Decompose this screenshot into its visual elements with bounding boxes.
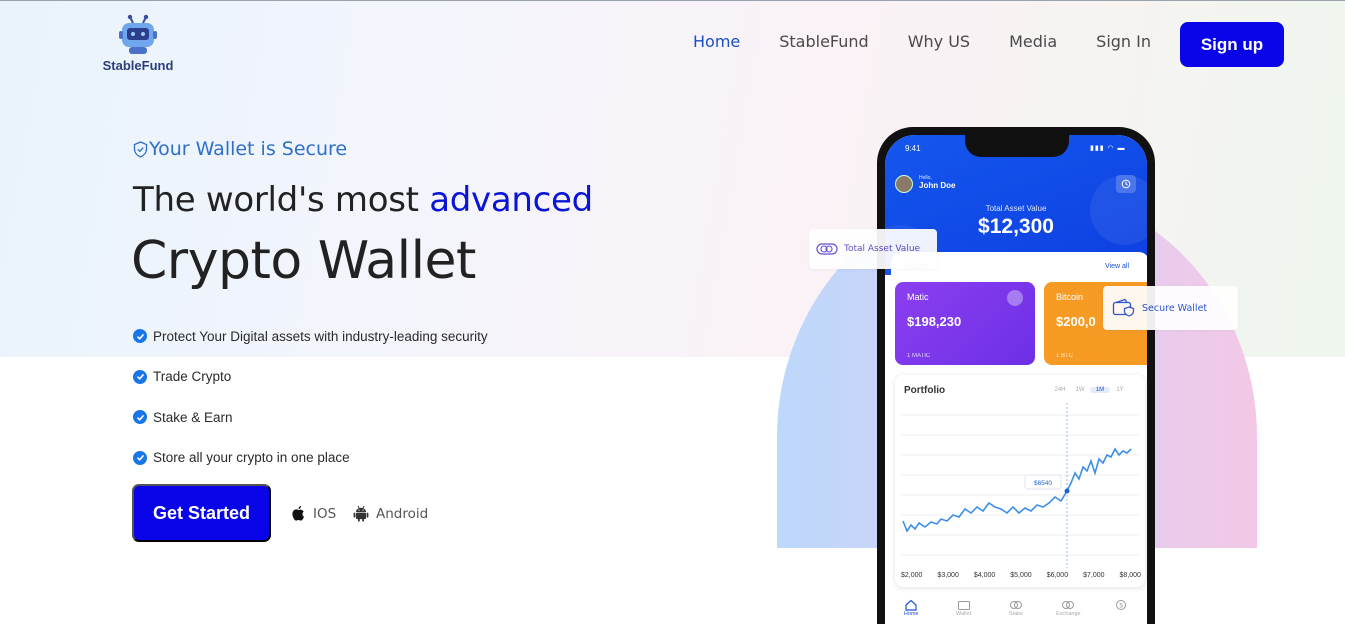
phone-mockup: 9:41 ▮▮▮ ◠ ▬ Hello, John Doe Total Asset… xyxy=(877,127,1155,624)
headline: The world's most advanced xyxy=(133,180,593,220)
portfolio-title: Portfolio xyxy=(904,385,946,396)
feature-item: Store all your crypto in one place xyxy=(133,448,488,468)
chart-tooltip: $6540 xyxy=(1034,480,1052,487)
portfolio-card: Portfolio 24H 1W 1M 1Y $6540 $2,000 $3,0… xyxy=(895,375,1145,587)
home-icon xyxy=(905,599,917,611)
feature-list: Protect Your Digital assets with industr… xyxy=(133,326,488,488)
feature-item: Protect Your Digital assets with industr… xyxy=(133,326,488,346)
x-label: $5,000 xyxy=(1010,572,1032,579)
nav-media[interactable]: Media xyxy=(1009,32,1057,51)
portfolio-range-tabs: 24H 1W 1M 1Y xyxy=(1050,387,1130,393)
headline-accent: advanced xyxy=(429,180,593,220)
view-all-link: View all xyxy=(1105,263,1129,270)
range-tab: 1Y xyxy=(1116,387,1124,393)
brand-logo[interactable]: StableFund xyxy=(100,14,176,78)
check-icon xyxy=(133,329,147,343)
top-border xyxy=(0,0,1345,1)
tagline-text: Your Wallet is Secure xyxy=(149,138,348,160)
feature-text: Protect Your Digital assets with industr… xyxy=(153,328,488,344)
ios-download-link[interactable]: IOS xyxy=(291,505,336,522)
avatar xyxy=(895,175,913,193)
apple-icon xyxy=(292,506,304,521)
ios-label: IOS xyxy=(313,505,337,522)
feature-item: Trade Crypto xyxy=(133,367,488,387)
username: John Doe xyxy=(919,181,956,190)
android-icon xyxy=(353,505,369,522)
account-name: Matic xyxy=(907,292,929,302)
x-label: $7,000 xyxy=(1083,572,1105,579)
main-nav: Home StableFund Why US Media Sign In xyxy=(693,32,1190,51)
coins-icon xyxy=(1009,601,1022,609)
coins-icon xyxy=(816,243,838,255)
phone-screen: 9:41 ▮▮▮ ◠ ▬ Hello, John Doe Total Asset… xyxy=(885,135,1147,624)
nav-stablefund[interactable]: StableFund xyxy=(779,32,868,51)
app-tab-bar: Home Wallet Stake Exchange $ xyxy=(885,595,1147,624)
float-card-label: Secure Wallet xyxy=(1142,302,1208,314)
shield-check-icon xyxy=(133,140,148,158)
range-tab-active: 1M xyxy=(1090,387,1110,393)
link-icon xyxy=(1007,290,1023,306)
check-icon xyxy=(133,450,147,465)
tab-label: Wallet xyxy=(956,611,972,617)
range-tab: 24H xyxy=(1054,387,1066,393)
headline-prefix: The world's most xyxy=(133,180,430,220)
feature-text: Stake & Earn xyxy=(153,409,233,425)
android-download-link[interactable]: Android xyxy=(353,505,428,522)
portfolio-line-chart: $6540 xyxy=(901,403,1139,568)
float-card-label: Total Asset Value xyxy=(844,244,921,254)
tab-more: $ xyxy=(1101,599,1141,624)
secure-tagline: Your Wallet is Secure xyxy=(133,138,347,160)
tab-stake: Stake xyxy=(996,599,1036,624)
exchange-icon xyxy=(1062,601,1075,609)
get-started-button[interactable]: Get Started xyxy=(132,484,271,542)
x-label: $3,000 xyxy=(937,572,959,579)
tab-label: Exchange xyxy=(1056,611,1081,617)
account-sub: 1 MATIC xyxy=(907,353,931,359)
phone-notch xyxy=(965,135,1069,157)
tab-wallet: Wallet xyxy=(944,599,984,624)
x-label: $4,000 xyxy=(973,572,996,579)
check-icon xyxy=(133,369,147,384)
nav-why-us[interactable]: Why US xyxy=(908,32,970,51)
tab-label: Home xyxy=(903,611,919,617)
wallet-icon xyxy=(957,601,970,610)
feature-text: Trade Crypto xyxy=(153,369,232,384)
check-icon xyxy=(133,410,147,424)
total-asset-float-card: Total Asset Value xyxy=(809,229,937,269)
secure-wallet-float-card: Secure Wallet xyxy=(1103,286,1238,330)
history-icon xyxy=(1116,175,1136,193)
android-label: Android xyxy=(376,505,429,522)
feature-item: Stake & Earn xyxy=(133,407,488,427)
account-amount: $198,230 xyxy=(907,314,962,329)
svg-text:$: $ xyxy=(1119,603,1123,609)
chart-x-labels: $2,000 $3,000 $4,000 $5,000 $6,000 $7,00… xyxy=(901,572,1141,579)
secure-wallet-icon xyxy=(1112,298,1135,317)
headline-main: Crypto Wallet xyxy=(131,231,476,291)
dollar-icon: $ xyxy=(1115,600,1126,610)
tab-home: Home xyxy=(891,599,931,624)
total-asset-label: Total Asset Value xyxy=(985,204,1047,213)
account-sub: 1 BTC xyxy=(1056,353,1074,359)
signup-button[interactable]: Sign up xyxy=(1180,22,1284,67)
robot-logo-icon xyxy=(119,14,157,54)
tab-exchange: Exchange xyxy=(1048,599,1088,624)
tab-label: Stake xyxy=(1008,611,1023,617)
x-label: $6,000 xyxy=(1046,572,1069,579)
range-tab: 1W xyxy=(1075,387,1085,393)
status-time: 9:41 xyxy=(905,144,921,153)
status-icons: ▮▮▮ ◠ ▬ xyxy=(1090,145,1126,152)
x-label: $8,000 xyxy=(1119,572,1141,579)
feature-text: Store all your crypto in one place xyxy=(153,450,350,465)
brand-name: StableFund xyxy=(102,58,174,73)
nav-sign-in[interactable]: Sign In xyxy=(1096,32,1151,51)
x-label: $2,000 xyxy=(901,572,923,579)
nav-home[interactable]: Home xyxy=(693,32,740,51)
matic-card: Matic $198,230 1 MATIC xyxy=(895,282,1035,365)
